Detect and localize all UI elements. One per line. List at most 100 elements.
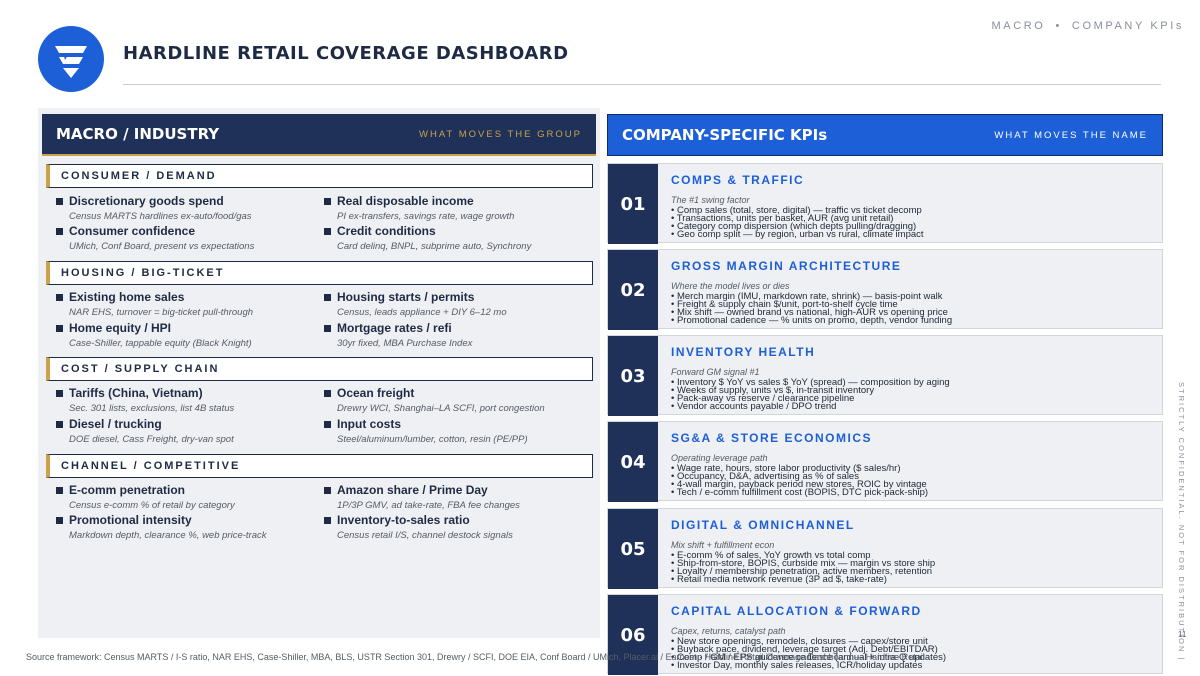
- square-bullet-icon: [324, 293, 331, 301]
- kpi-subtitle: Mix shift + fulfillment econ: [671, 540, 775, 550]
- source-footnote: Source framework: Census MARTS / I-S rat…: [26, 652, 925, 662]
- kpi-card-digital-omnichannel: 05 DIGITAL & OMNICHANNEL Mix shift + ful…: [607, 508, 1163, 589]
- macro-item-title: Diesel / trucking: [69, 417, 162, 431]
- macro-item: Consumer confidence UMich, Conf Board, p…: [56, 224, 316, 252]
- square-bullet-icon: [56, 324, 63, 332]
- kpi-title: GROSS MARGIN ARCHITECTURE: [671, 259, 902, 273]
- breadcrumb-item-company-kpis[interactable]: COMPANY KPIs: [1072, 20, 1184, 32]
- macro-item: Existing home sales NAR EHS, turnover = …: [56, 290, 316, 318]
- macro-item-title: Existing home sales: [69, 290, 185, 304]
- square-bullet-icon: [324, 389, 331, 397]
- kpi-subtitle: The #1 swing factor: [671, 195, 750, 205]
- kpi-bullet: Retail media network revenue (3P ad $, t…: [671, 575, 1151, 585]
- square-bullet-icon: [324, 516, 331, 524]
- macro-item-title: Tariffs (China, Vietnam): [69, 386, 203, 400]
- macro-item: Housing starts / permits Census, leads a…: [324, 290, 584, 318]
- macro-item-source: Card delinq, BNPL, subprime auto, Synchr…: [337, 241, 532, 252]
- macro-item-source: Census retail I/S, channel destock signa…: [337, 530, 513, 541]
- kpi-bullet: Investor Day, monthly sales releases, IC…: [671, 661, 1151, 671]
- square-bullet-icon: [56, 420, 63, 428]
- macro-item: Amazon share / Prime Day 1P/3P GMV, ad t…: [324, 483, 584, 511]
- kpi-bullet: Vendor accounts payable / DPO trend: [671, 402, 1151, 412]
- macro-panel-title: MACRO / INDUSTRY: [56, 125, 220, 143]
- kpi-bullet: Promotional cadence — % units on promo, …: [671, 316, 1151, 326]
- kpi-subtitle: Where the model lives or dies: [671, 281, 790, 291]
- kpi-title: SG&A & STORE ECONOMICS: [671, 431, 873, 445]
- kpi-bullet-list: Merch margin (IMU, markdown rate, shrink…: [671, 292, 1151, 326]
- macro-item-title: Consumer confidence: [69, 224, 196, 238]
- kpi-title: CAPITAL ALLOCATION & FORWARD: [671, 604, 922, 618]
- kpi-number: 06: [608, 595, 658, 675]
- macro-item-title: Ocean freight: [337, 386, 415, 400]
- macro-item-title: Input costs: [337, 417, 402, 431]
- kpi-title: INVENTORY HEALTH: [671, 345, 816, 359]
- square-bullet-icon: [56, 227, 63, 235]
- macro-item-source: Census e-comm % of retail by category: [69, 500, 235, 511]
- kpi-subtitle: Operating leverage path: [671, 453, 768, 463]
- macro-item-source: Census, leads appliance + DIY 6–12 mo: [337, 307, 507, 318]
- macro-item-source: 30yr fixed, MBA Purchase Index: [337, 338, 473, 349]
- macro-item-source: UMich, Conf Board, present vs expectatio…: [69, 241, 255, 252]
- macro-item: Discretionary goods spend Census MARTS h…: [56, 194, 316, 222]
- macro-item-title: Real disposable income: [337, 194, 474, 208]
- macro-item: Home equity / HPI Case-Shiller, tappable…: [56, 321, 316, 349]
- confidentiality-text: STRICTLY CONFIDENTIAL. NOT FOR DISTRIBUT…: [1177, 382, 1186, 654]
- macro-item-title: Inventory-to-sales ratio: [337, 513, 470, 527]
- macro-item-source: Census MARTS hardlines ex-auto/food/gas: [69, 211, 252, 222]
- macro-item-source: Case-Shiller, tappable equity (Black Kni…: [69, 338, 252, 349]
- page-number: 11: [1178, 630, 1187, 639]
- kpi-panel-title: COMPANY-SPECIFIC KPIs: [622, 126, 828, 144]
- square-bullet-icon: [324, 420, 331, 428]
- section-housing-big-ticket: HOUSING / BIG-TICKET: [46, 261, 593, 285]
- kpi-number: 05: [608, 509, 658, 589]
- kpi-number: 03: [608, 336, 658, 416]
- macro-item: Real disposable income PI ex-transfers, …: [324, 194, 584, 222]
- macro-item-source: DOE diesel, Cass Freight, dry-van spot: [69, 434, 234, 445]
- macro-item-title: Credit conditions: [337, 224, 436, 238]
- header-divider: [123, 84, 1161, 85]
- kpi-title: DIGITAL & OMNICHANNEL: [671, 518, 855, 532]
- section-cost-supply-chain: COST / SUPPLY CHAIN: [46, 357, 593, 381]
- macro-item-source: Steel/aluminum/lumber, cotton, resin (PE…: [337, 434, 528, 445]
- macro-item-title: Promotional intensity: [69, 513, 192, 527]
- square-bullet-icon: [324, 197, 331, 205]
- macro-item-source: 1P/3P GMV, ad take-rate, FBA fee changes: [337, 500, 520, 511]
- kpi-bullet-list: Inventory $ YoY vs sales $ YoY (spread) …: [671, 378, 1151, 412]
- macro-item: Mortgage rates / refi 30yr fixed, MBA Pu…: [324, 321, 584, 349]
- macro-item-source: Sec. 301 lists, exclusions, list 4B stat…: [69, 403, 235, 414]
- kpi-title: COMPS & TRAFFIC: [671, 173, 805, 187]
- macro-item-source: Markdown depth, clearance %, web price-t…: [69, 530, 267, 541]
- kpi-card-sga-store-economics: 04 SG&A & STORE ECONOMICS Operating leve…: [607, 421, 1163, 502]
- kpi-bullet-list: Wage rate, hours, store labor productivi…: [671, 464, 1151, 498]
- page-title: HARDLINE RETAIL COVERAGE DASHBOARD: [123, 43, 569, 64]
- macro-item-title: Mortgage rates / refi: [337, 321, 452, 335]
- kpi-card-gross-margin: 02 GROSS MARGIN ARCHITECTURE Where the m…: [607, 249, 1163, 330]
- macro-item-title: Home equity / HPI: [69, 321, 172, 335]
- macro-item: Tariffs (China, Vietnam) Sec. 301 lists,…: [56, 386, 316, 414]
- breadcrumb-item-macro[interactable]: MACRO: [992, 20, 1046, 32]
- kpi-bullet: Geo comp split — by region, urban vs rur…: [671, 230, 1151, 240]
- confidentiality-notice: STRICTLY CONFIDENTIAL. NOT FOR DISTRIBUT…: [1177, 382, 1186, 661]
- square-bullet-icon: [56, 389, 63, 397]
- kpi-card-comps-traffic: 01 COMPS & TRAFFIC The #1 swing factor C…: [607, 163, 1163, 244]
- macro-panel-subtitle: WHAT MOVES THE GROUP: [419, 128, 582, 140]
- square-bullet-icon: [324, 486, 331, 494]
- square-bullet-icon: [324, 324, 331, 332]
- kpi-subtitle: Capex, returns, catalyst path: [671, 626, 786, 636]
- square-bullet-icon: [56, 516, 63, 524]
- macro-item: Inventory-to-sales ratio Census retail I…: [324, 513, 584, 541]
- kpi-card-capital-allocation: 06 CAPITAL ALLOCATION & FORWARD Capex, r…: [607, 594, 1163, 675]
- macro-item-source: PI ex-transfers, savings rate, wage grow…: [337, 211, 515, 222]
- macro-item-source: NAR EHS, turnover = big-ticket pull-thro…: [69, 307, 254, 318]
- macro-panel-header: MACRO / INDUSTRY WHAT MOVES THE GROUP: [42, 114, 596, 156]
- macro-item-title: Amazon share / Prime Day: [337, 483, 488, 497]
- macro-item: Diesel / trucking DOE diesel, Cass Freig…: [56, 417, 316, 445]
- macro-item: Credit conditions Card delinq, BNPL, sub…: [324, 224, 584, 252]
- kpi-subtitle: Forward GM signal #1: [671, 367, 760, 377]
- company-logo: [38, 26, 104, 92]
- kpi-bullet-list: Comp sales (total, store, digital) — tra…: [671, 206, 1151, 240]
- kpi-bullet: Tech / e-comm fulfillment cost (BOPIS, D…: [671, 488, 1151, 498]
- confidentiality-divider: |: [1177, 657, 1186, 662]
- kpi-card-inventory-health: 03 INVENTORY HEALTH Forward GM signal #1…: [607, 335, 1163, 416]
- macro-item: E-comm penetration Census e-comm % of re…: [56, 483, 316, 511]
